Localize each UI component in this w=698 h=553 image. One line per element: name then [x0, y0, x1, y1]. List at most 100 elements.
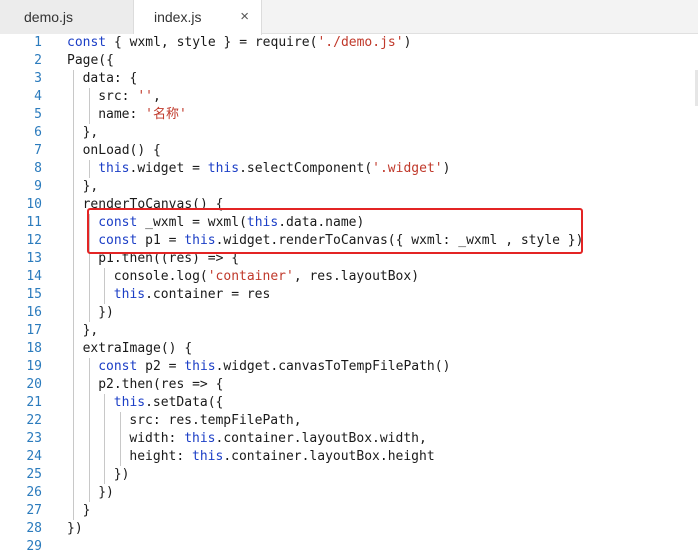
highlight-annotation-box — [87, 208, 583, 254]
code-token: } — [82, 503, 91, 518]
indent-guide — [104, 268, 106, 286]
code-text: console.log('container', res.layoutBox) — [114, 268, 419, 286]
indent-guide — [88, 412, 90, 430]
code-line[interactable]: 17}, — [0, 322, 698, 340]
code-token: Page({ — [67, 53, 114, 68]
code-keyword: this — [98, 161, 130, 176]
code-keyword: this — [192, 449, 224, 464]
code-line[interactable]: 8 this.widget = this.selectComponent('.wi… — [0, 160, 698, 178]
code-line[interactable]: 18 extraImage() { — [0, 340, 698, 358]
indent-guide — [104, 412, 106, 430]
code-token: }, — [82, 125, 99, 140]
code-line[interactable]: 6}, — [0, 124, 698, 142]
line-number: 27 — [26, 503, 42, 518]
line-number: 28 — [26, 521, 42, 536]
line-number: 10 — [26, 197, 42, 212]
code-line[interactable]: 9}, — [0, 178, 698, 196]
line-number: 2 — [34, 53, 42, 68]
code-text: }, — [83, 322, 99, 340]
indent-guide — [73, 358, 74, 376]
code-text: this.container = res — [114, 286, 271, 304]
code-line[interactable]: 3 data: { — [0, 70, 698, 88]
line-number: 7 — [34, 143, 42, 158]
indent-guide — [104, 466, 106, 484]
line-number: 4 — [34, 89, 42, 104]
code-line[interactable]: 2 Page({ — [0, 52, 698, 70]
indent-guide — [73, 232, 74, 250]
code-line[interactable]: 20 p2.then(res => { — [0, 376, 698, 394]
indent-guide — [119, 430, 121, 448]
indent-guide — [73, 376, 74, 394]
code-line[interactable]: 5 name: '名称' — [0, 106, 698, 124]
tab-index-js[interactable]: index.js × — [134, 0, 262, 35]
indent-guide — [73, 106, 74, 124]
code-line[interactable]: 16}) — [0, 304, 698, 322]
code-line[interactable]: 28}) — [0, 520, 698, 538]
indent-guide — [104, 286, 106, 304]
code-line[interactable]: 29 — [0, 538, 698, 553]
line-number: 24 — [26, 449, 42, 464]
code-area[interactable]: 1 const { wxml, style } = require('./demo… — [0, 34, 698, 553]
indent-guide — [88, 430, 90, 448]
code-string: '' — [137, 89, 153, 104]
line-number: 22 — [26, 413, 42, 428]
code-text: this.setData({ — [114, 394, 224, 412]
code-string: '.widget' — [372, 161, 443, 176]
code-token: }, — [82, 323, 99, 338]
line-number: 23 — [26, 431, 42, 446]
code-token: ) — [403, 35, 412, 50]
line-number: 13 — [26, 251, 42, 266]
code-line[interactable]: 1 const { wxml, style } = require('./demo… — [0, 34, 698, 52]
code-token: .widget.canvasToTempFilePath() — [215, 359, 451, 374]
code-text: onLoad() { — [83, 142, 161, 160]
code-line[interactable]: 4 src: '', — [0, 88, 698, 106]
indent-guide — [88, 286, 90, 304]
code-editor-window: demo.js index.js × 1 const { wxml, style … — [0, 0, 698, 553]
code-token: .setData({ — [145, 395, 224, 410]
indent-guide — [73, 322, 74, 340]
line-number: 12 — [26, 233, 42, 248]
line-number: 21 — [26, 395, 42, 410]
code-text: Page({ — [67, 52, 114, 70]
code-token: extraImage() { — [82, 341, 193, 356]
code-text: height: this.container.layoutBox.height — [129, 448, 434, 466]
code-token: p2.then(res => { — [98, 377, 224, 392]
indent-guide — [119, 412, 121, 430]
indent-guide — [88, 376, 90, 394]
line-number: 14 — [26, 269, 42, 284]
line-number: 17 — [26, 323, 42, 338]
code-token: , res.layoutBox) — [293, 269, 420, 284]
indent-guide — [88, 358, 90, 376]
code-text: name: '名称' — [98, 106, 187, 124]
code-line[interactable]: 26}) — [0, 484, 698, 502]
line-number: 20 — [26, 377, 42, 392]
close-icon[interactable]: × — [240, 0, 249, 34]
indent-guide — [73, 430, 74, 448]
code-token: width: — [129, 431, 185, 446]
indent-guide — [88, 448, 90, 466]
code-line[interactable]: 7 onLoad() { — [0, 142, 698, 160]
line-number: 1 — [34, 35, 42, 50]
code-token: .widget = — [129, 161, 208, 176]
indent-guide — [73, 502, 74, 520]
indent-guide — [73, 178, 74, 196]
indent-guide — [88, 304, 90, 322]
code-line[interactable]: 19 const p2 = this.widget.canvasToTempFil… — [0, 358, 698, 376]
indent-guide — [73, 394, 74, 412]
line-number: 19 — [26, 359, 42, 374]
indent-guide — [104, 448, 106, 466]
code-text: src: '', — [98, 88, 161, 106]
code-text: extraImage() { — [83, 340, 193, 358]
code-keyword: this — [184, 359, 216, 374]
indent-guide — [104, 430, 106, 448]
code-text: p2.then(res => { — [98, 376, 223, 394]
code-token: }) — [67, 521, 83, 536]
code-token: }) — [98, 305, 114, 320]
tab-demo-js[interactable]: demo.js — [0, 0, 134, 34]
line-number: 16 — [26, 305, 42, 320]
indent-guide — [73, 142, 74, 160]
code-line[interactable]: 27} — [0, 502, 698, 520]
code-token: , — [152, 89, 161, 104]
indent-guide — [73, 340, 74, 358]
line-number: 3 — [34, 71, 42, 86]
